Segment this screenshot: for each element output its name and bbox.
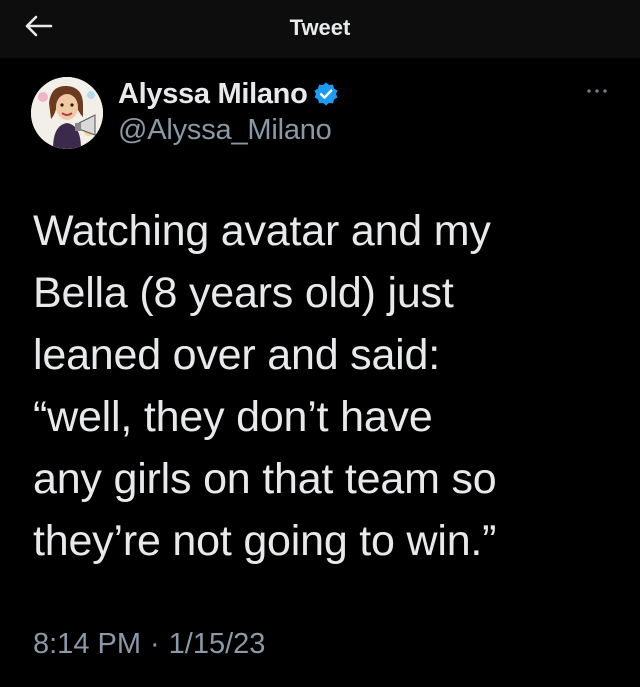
tweet-time[interactable]: 8:14 PM	[33, 628, 141, 661]
more-options-icon	[586, 81, 608, 99]
meta-separator: ·	[150, 628, 160, 660]
author-handle[interactable]: @Alyssa_Milano	[118, 114, 339, 147]
arrow-left-icon	[23, 14, 53, 43]
top-bar: Tweet	[0, 0, 640, 58]
page-title: Tweet	[289, 15, 351, 40]
tweet-date[interactable]: 1/15/23	[169, 628, 266, 661]
verified-badge-icon	[313, 81, 339, 107]
back-button[interactable]	[18, 10, 58, 46]
tweet-author[interactable]: Alyssa Milano @Alyssa_Milano	[118, 76, 339, 147]
tweet-timestamp[interactable]: 8:14 PM · 1/15/23	[33, 628, 265, 661]
avatar-caricature	[31, 77, 103, 149]
more-options-button[interactable]	[582, 80, 612, 100]
tweet-text: Watching avatar and my Bella (8 years ol…	[33, 207, 497, 565]
author-display-name[interactable]: Alyssa Milano	[118, 78, 308, 111]
avatar[interactable]	[31, 77, 103, 149]
